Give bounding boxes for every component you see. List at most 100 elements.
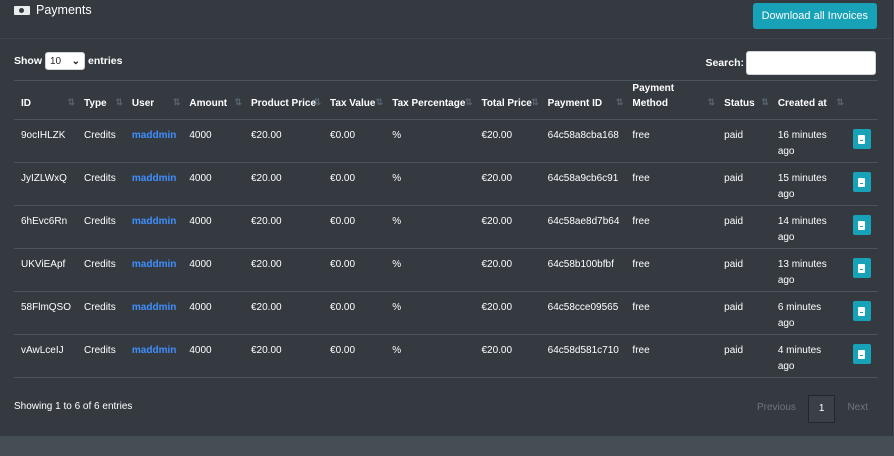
cell-method: free <box>625 205 718 249</box>
column-header-11[interactable]: Created at ⇅ <box>770 80 846 120</box>
download-invoice-button[interactable] <box>852 301 871 321</box>
column-header-7[interactable]: Total Price ⇅ <box>474 80 541 120</box>
file-icon <box>858 349 866 359</box>
cell-status: paid <box>717 162 771 206</box>
column-header-label: Total Price <box>481 98 532 109</box>
cell-actions <box>845 205 878 249</box>
cell-payment-id: 64c58a8cba168 <box>540 119 626 163</box>
cell-payment-id: 64c58ae8d7b64 <box>540 205 626 249</box>
cell-product-price: €20.00 <box>243 162 324 206</box>
column-header-9[interactable]: Payment Method ⇅ <box>625 80 718 120</box>
file-icon <box>858 263 866 273</box>
card-header: Payments Download all Invoices <box>0 0 892 39</box>
cell-user[interactable]: maddmin <box>124 119 183 163</box>
sort-icon: ⇅ <box>67 97 74 107</box>
entries-select[interactable]: 10 ⌄ <box>45 52 85 70</box>
sort-icon: ⇅ <box>836 97 843 107</box>
column-header-label: Product Price <box>250 98 317 109</box>
table-row: 9ocIHLZK Credits maddmin 4000 €20.00 €0.00% €2… <box>14 119 878 163</box>
cell-type: Credits <box>77 291 125 335</box>
entries-control: Show 10 ⌄ entries <box>14 52 122 70</box>
cell-method: free <box>625 248 718 292</box>
cell-status: paid <box>717 119 771 163</box>
column-header-label: User <box>131 98 155 109</box>
cell-created: 13 minutes ago <box>770 248 846 292</box>
cell-tax-value: €0.00 <box>323 162 386 206</box>
entries-select-value: 10 <box>50 55 62 67</box>
cell-created: 6 minutes ago <box>770 291 846 335</box>
cell-created: 15 minutes ago <box>770 162 846 206</box>
cell-tax-percentage: % <box>385 248 475 292</box>
cell-tax-value: €0.00 <box>323 334 386 378</box>
column-header-1[interactable]: Type ⇅ <box>77 80 125 120</box>
cell-method: free <box>625 119 718 163</box>
sort-icon: ⇅ <box>172 97 180 107</box>
cell-amount: 4000 <box>182 119 244 163</box>
cell-tax-value: €0.00 <box>323 119 386 163</box>
show-label: Show <box>14 55 42 67</box>
cell-status: paid <box>717 334 771 378</box>
cell-amount: 4000 <box>182 334 244 378</box>
cell-actions <box>845 334 878 378</box>
sort-icon: ⇅ <box>707 97 715 107</box>
cell-type: Credits <box>77 162 125 206</box>
column-header-2[interactable]: User ⇅ <box>124 80 183 120</box>
column-header-label: Amount <box>189 98 228 109</box>
table-header-row: ID ⇅ Type ⇅ User ⇅ Amount ⇅ Product Price ⇅ Tax Va… <box>14 80 878 120</box>
cell-user[interactable]: maddmin <box>124 205 183 249</box>
search-input[interactable] <box>746 51 876 75</box>
column-header-label: Created at <box>777 98 827 109</box>
page-button-1[interactable]: 1 <box>807 395 836 423</box>
column-header-5[interactable]: Tax Value ⇅ <box>323 80 386 120</box>
pagination: Previous 1 Next <box>745 395 880 423</box>
cell-id: 58FlmQSO <box>14 291 78 335</box>
column-header-12 <box>845 80 878 120</box>
cell-total-price: €20.00 <box>474 291 541 335</box>
cell-type: Credits <box>77 119 125 163</box>
cell-user[interactable]: maddmin <box>124 334 183 378</box>
column-header-6[interactable]: Tax Percentage ⇅ <box>385 80 475 120</box>
column-header-3[interactable]: Amount ⇅ <box>182 80 244 120</box>
column-header-8[interactable]: Payment ID ⇅ <box>540 80 626 120</box>
sort-icon: ⇅ <box>313 97 320 107</box>
cell-product-price: €20.00 <box>243 334 324 378</box>
cell-status: paid <box>717 248 771 292</box>
sort-icon: ⇅ <box>375 97 383 107</box>
column-header-label: Type <box>84 98 107 109</box>
table-body: 9ocIHLZK Credits maddmin 4000 €20.00 €0.00% €2… <box>14 119 878 378</box>
cell-tax-percentage: % <box>385 334 475 378</box>
cell-actions <box>845 291 878 335</box>
sort-icon: ⇅ <box>464 97 472 107</box>
download-invoice-button[interactable] <box>852 215 871 235</box>
download-invoice-button[interactable] <box>852 129 871 149</box>
column-header-0[interactable]: ID ⇅ <box>14 80 78 120</box>
cell-user[interactable]: maddmin <box>124 162 183 206</box>
cell-user[interactable]: maddmin <box>124 291 183 335</box>
cell-user[interactable]: maddmin <box>124 248 183 292</box>
previous-page-button[interactable]: Previous <box>745 395 808 421</box>
column-header-label: Tax Percentage <box>392 98 466 109</box>
money-bill-icon <box>14 5 30 15</box>
download-all-invoices-button[interactable]: Download all Invoices <box>752 3 877 29</box>
column-header-label: Status <box>724 98 755 109</box>
cell-amount: 4000 <box>182 291 244 335</box>
file-icon <box>858 134 866 144</box>
cell-type: Credits <box>77 205 125 249</box>
file-icon <box>858 220 866 230</box>
column-header-label: Payment ID <box>547 98 603 109</box>
column-header-10[interactable]: Status ⇅ <box>717 80 771 120</box>
cell-actions <box>845 248 878 292</box>
column-header-label: Payment Method <box>632 83 675 109</box>
table-row: vAwLceIJ Credits maddmin 4000 €20.00 €0.00% €2… <box>14 334 878 378</box>
next-page-button[interactable]: Next <box>835 395 880 421</box>
download-invoice-button[interactable] <box>852 172 871 192</box>
table-row: UKViEApf Credits maddmin 4000 €20.00 €0.00% €2… <box>14 248 878 292</box>
cell-created: 16 minutes ago <box>770 119 846 163</box>
download-invoice-button[interactable] <box>852 344 871 364</box>
download-invoice-button[interactable] <box>852 258 871 278</box>
cell-status: paid <box>717 205 771 249</box>
entries-label: entries <box>88 55 123 67</box>
column-header-label: ID <box>21 98 31 109</box>
column-header-4[interactable]: Product Price ⇅ <box>243 80 324 120</box>
file-icon <box>858 177 866 187</box>
